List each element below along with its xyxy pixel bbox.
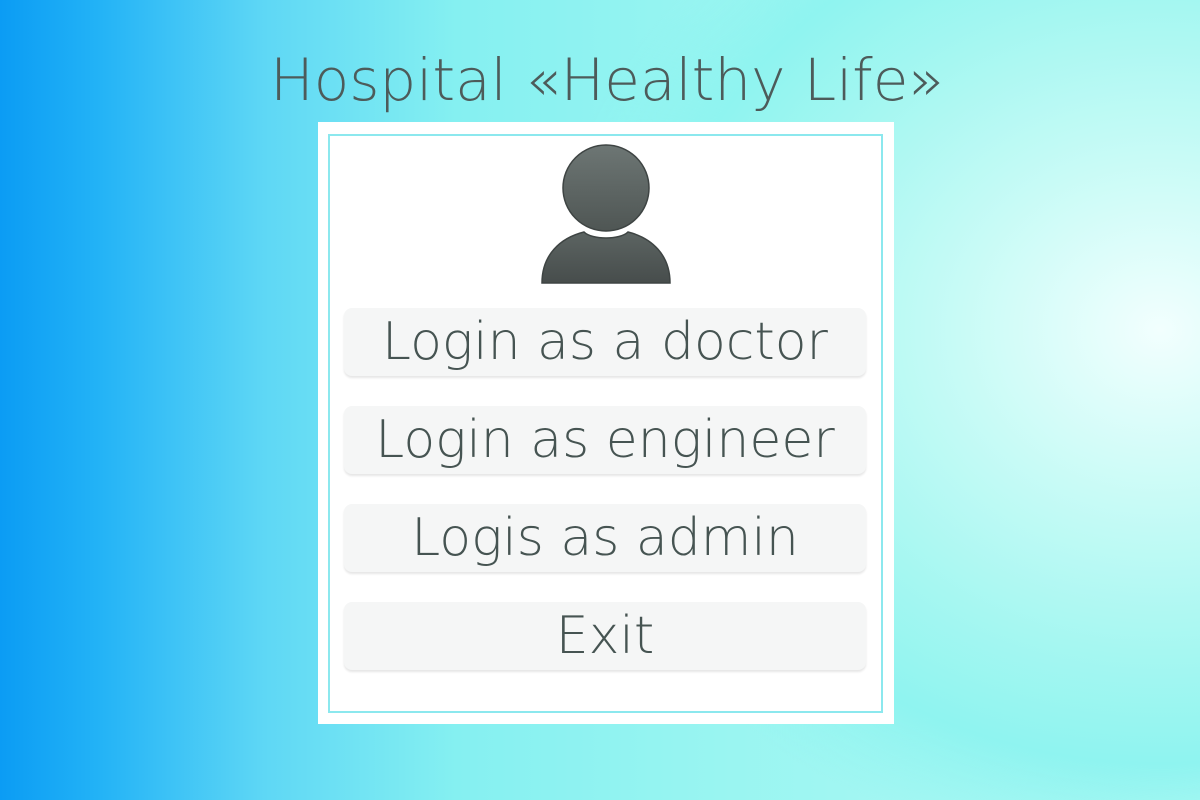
login-doctor-button[interactable]: Login as a doctor bbox=[344, 308, 866, 376]
login-admin-button[interactable]: Logis as admin bbox=[344, 504, 866, 572]
login-engineer-button[interactable]: Login as engineer bbox=[344, 406, 866, 474]
user-avatar-icon bbox=[540, 144, 672, 284]
page-title: Hospital «Healthy Life» bbox=[270, 46, 944, 114]
login-panel: Login as a doctor Login as engineer Logi… bbox=[318, 122, 894, 724]
exit-button[interactable]: Exit bbox=[344, 602, 866, 670]
